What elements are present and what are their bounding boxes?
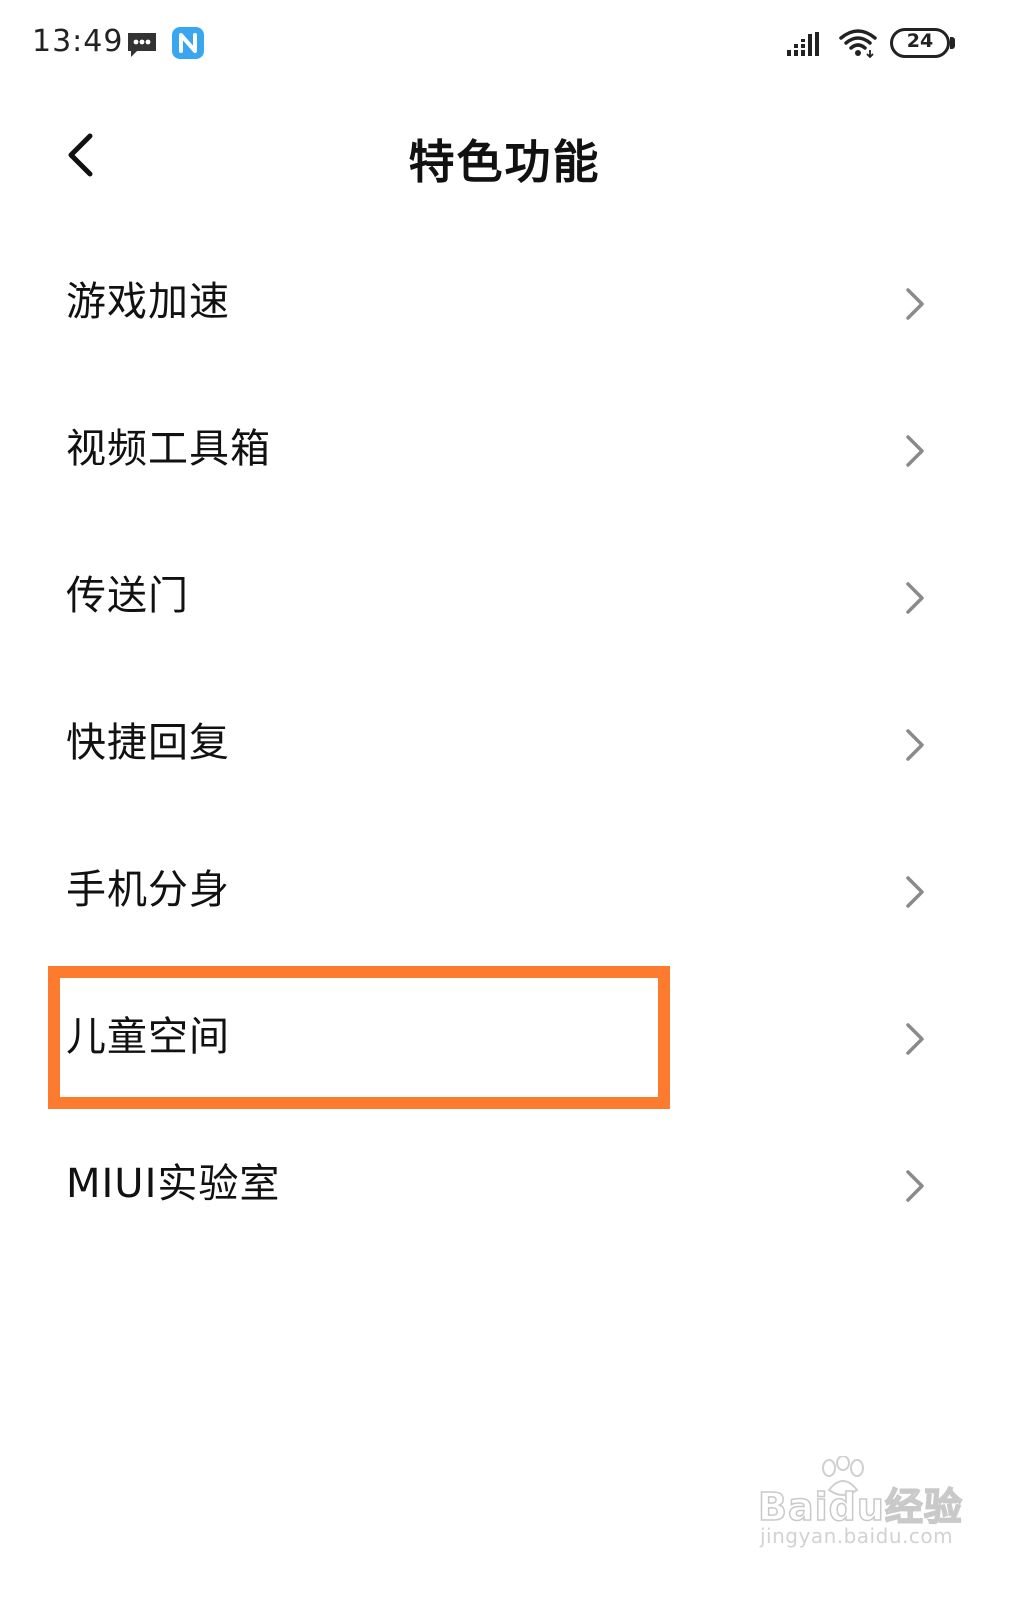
menu-item-portal[interactable]: 传送门 bbox=[0, 523, 1009, 670]
watermark-brand: Baidu经验 bbox=[757, 1484, 963, 1530]
menu-item-label: 手机分身 bbox=[66, 867, 230, 913]
chevron-right-icon bbox=[906, 1023, 924, 1055]
feature-list: 游戏加速 视频工具箱 传送门 快捷回复 手机分身 儿童空间 MIUI实验室 bbox=[0, 229, 1009, 1258]
nfc-icon bbox=[172, 27, 204, 59]
chevron-right-icon bbox=[906, 1170, 924, 1202]
menu-item-label: 视频工具箱 bbox=[66, 426, 271, 472]
battery-nub bbox=[950, 37, 955, 49]
settings-screen: 13:49 24 特色功能 游戏加速 视频工具箱 传送门 快捷回复 手机分身 儿… bbox=[0, 0, 1009, 1600]
paw-icon bbox=[822, 1456, 864, 1496]
menu-item-miui-lab[interactable]: MIUI实验室 bbox=[0, 1111, 1009, 1258]
chevron-right-icon bbox=[906, 729, 924, 761]
message-icon bbox=[128, 33, 156, 57]
status-time: 13:49 bbox=[32, 24, 124, 59]
menu-item-label: 儿童空间 bbox=[66, 1014, 230, 1060]
wifi-icon bbox=[839, 29, 877, 59]
menu-item-video-toolbox[interactable]: 视频工具箱 bbox=[0, 376, 1009, 523]
baidu-watermark: Baidu经验 jingyan.baidu.com bbox=[756, 1456, 963, 1556]
menu-item-quick-reply[interactable]: 快捷回复 bbox=[0, 670, 1009, 817]
chevron-right-icon bbox=[906, 288, 924, 320]
chevron-right-icon bbox=[906, 435, 924, 467]
menu-item-label: 游戏加速 bbox=[66, 279, 230, 325]
menu-item-game-boost[interactable]: 游戏加速 bbox=[0, 229, 1009, 376]
signal-icon bbox=[787, 32, 819, 56]
battery-icon: 24 bbox=[890, 28, 956, 60]
menu-item-label: 传送门 bbox=[66, 573, 189, 619]
chevron-right-icon bbox=[906, 582, 924, 614]
page-header: 特色功能 bbox=[0, 100, 1009, 210]
menu-item-kids-space[interactable]: 儿童空间 bbox=[0, 964, 1009, 1111]
menu-item-label: 快捷回复 bbox=[66, 720, 230, 766]
status-bar: 13:49 24 bbox=[0, 0, 1009, 88]
menu-item-label: MIUI实验室 bbox=[66, 1161, 281, 1207]
menu-item-second-space[interactable]: 手机分身 bbox=[0, 817, 1009, 964]
battery-level: 24 bbox=[906, 30, 934, 52]
page-title: 特色功能 bbox=[408, 135, 601, 189]
watermark-domain: jingyan.baidu.com bbox=[760, 1524, 954, 1548]
chevron-right-icon bbox=[906, 876, 924, 908]
